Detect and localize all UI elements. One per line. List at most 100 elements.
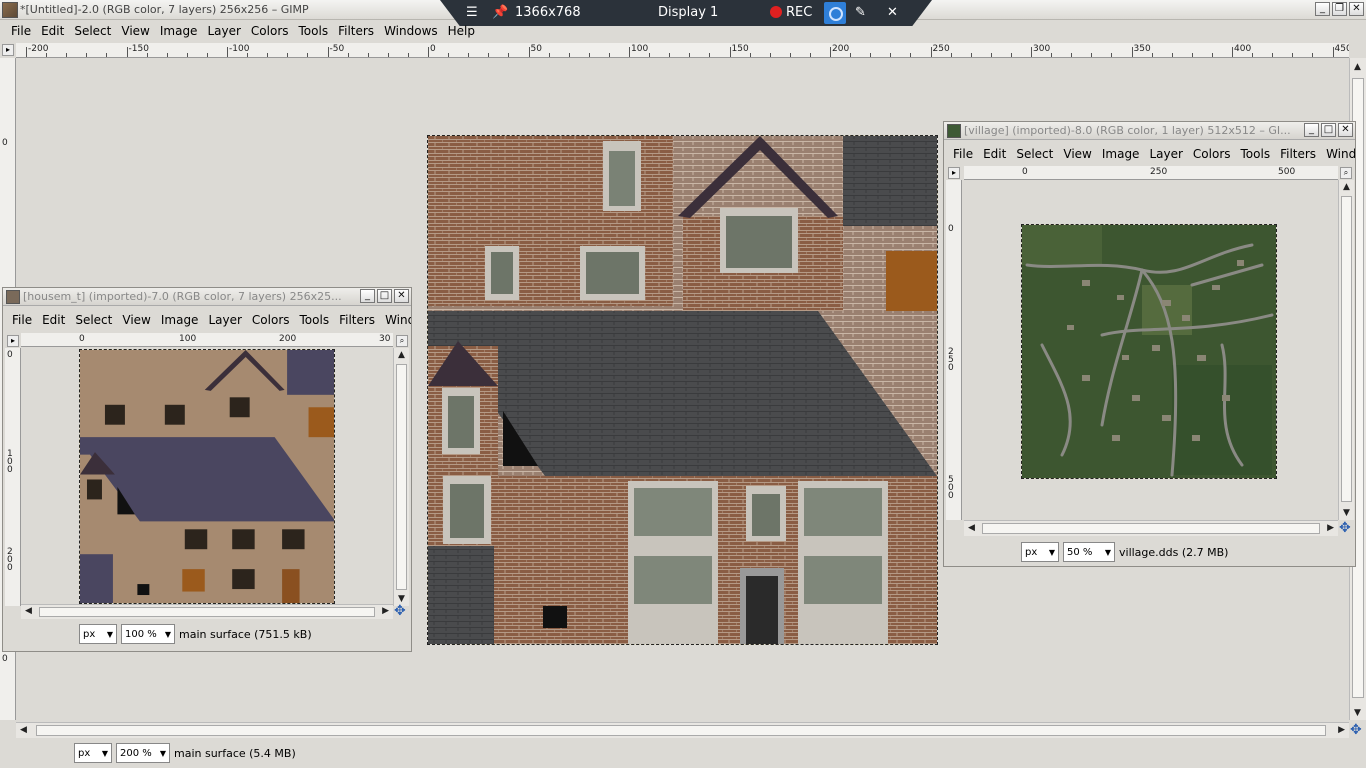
menu-tools[interactable]: Tools: [295, 310, 335, 330]
menu-windows[interactable]: Windows: [380, 310, 411, 330]
menu-colors[interactable]: Colors: [1188, 144, 1236, 164]
record-icon: [770, 6, 782, 18]
unit-select[interactable]: px ▼: [1021, 542, 1059, 562]
horizontal-ruler[interactable]: 0 250 500: [964, 166, 1338, 180]
menu-select[interactable]: Select: [1011, 144, 1058, 164]
menu-help[interactable]: Help: [443, 21, 480, 41]
scroll-thumb[interactable]: [1341, 196, 1352, 502]
horizontal-scrollbar[interactable]: ◀ ▶: [21, 604, 393, 619]
zoom-fit-icon[interactable]: ⌕: [1340, 167, 1352, 179]
quick-mask-icon[interactable]: ▸: [2, 44, 14, 56]
pen-icon[interactable]: ✎: [855, 5, 866, 20]
vertical-scrollbar[interactable]: ▲ ▼: [1338, 180, 1354, 520]
scroll-up-icon[interactable]: ▲: [1354, 62, 1361, 72]
maximize-icon[interactable]: ❐: [1332, 2, 1347, 16]
scroll-up-icon[interactable]: ▲: [1343, 182, 1350, 192]
window-title: *[Untitled]-2.0 (RGB color, 7 layers) 25…: [20, 3, 309, 16]
scroll-left-icon[interactable]: ◀: [20, 725, 27, 735]
scroll-left-icon[interactable]: ◀: [25, 606, 32, 616]
navigate-icon[interactable]: ✥: [394, 603, 406, 619]
menu-edit[interactable]: Edit: [978, 144, 1011, 164]
menu-file[interactable]: File: [948, 144, 978, 164]
scroll-right-icon[interactable]: ▶: [1327, 523, 1334, 533]
navigate-icon[interactable]: ✥: [1350, 722, 1362, 738]
scroll-thumb[interactable]: [982, 523, 1320, 534]
pin-icon[interactable]: 📌: [492, 5, 508, 20]
menu-windows[interactable]: Windows: [1321, 144, 1355, 164]
quick-mask-icon[interactable]: ▸: [7, 335, 19, 347]
menu-filters[interactable]: Filters: [334, 310, 380, 330]
menu-edit[interactable]: Edit: [37, 310, 70, 330]
minimize-icon[interactable]: _: [1304, 123, 1319, 137]
menu-filters[interactable]: Filters: [1275, 144, 1321, 164]
close-icon[interactable]: ✕: [394, 289, 409, 303]
housem-titlebar[interactable]: [housem_t] (imported)-7.0 (RGB color, 7 …: [3, 288, 411, 306]
close-recorder-icon[interactable]: ✕: [887, 5, 898, 20]
vertical-ruler[interactable]: 0 100 200: [5, 348, 21, 606]
menu-image[interactable]: Image: [156, 310, 204, 330]
unit-select[interactable]: px ▼: [79, 624, 117, 644]
menu-image[interactable]: Image: [155, 21, 203, 41]
scroll-left-icon[interactable]: ◀: [968, 523, 975, 533]
scroll-thumb[interactable]: [396, 364, 407, 590]
scroll-thumb[interactable]: [39, 607, 375, 617]
zoom-select[interactable]: 200 % ▼: [116, 743, 170, 763]
scroll-up-icon[interactable]: ▲: [398, 350, 405, 360]
scroll-right-icon[interactable]: ▶: [1338, 725, 1345, 735]
ruler-tick: [206, 53, 208, 57]
scroll-down-icon[interactable]: ▼: [1343, 508, 1350, 518]
vertical-scrollbar[interactable]: ▲ ▼: [393, 348, 409, 606]
rec-button[interactable]: REC: [770, 5, 812, 20]
menu-colors[interactable]: Colors: [247, 310, 295, 330]
menu-file[interactable]: File: [6, 21, 36, 41]
main-image-canvas[interactable]: [427, 135, 938, 645]
minimize-icon[interactable]: _: [360, 289, 375, 303]
horizontal-ruler[interactable]: 0 100 200 30: [21, 333, 393, 347]
menu-select[interactable]: Select: [70, 310, 117, 330]
ruler-tick: [669, 53, 671, 57]
zoom-select[interactable]: 100 % ▼: [121, 624, 175, 644]
menu-filters[interactable]: Filters: [333, 21, 379, 41]
menu-select[interactable]: Select: [69, 21, 116, 41]
housem-image-canvas[interactable]: [79, 349, 335, 604]
maximize-icon[interactable]: □: [1321, 123, 1336, 137]
menu-layer[interactable]: Layer: [203, 310, 246, 330]
zoom-fit-icon[interactable]: ⌕: [396, 335, 408, 347]
village-image-canvas[interactable]: [1021, 224, 1277, 479]
display-label[interactable]: Display 1: [658, 5, 718, 20]
scroll-right-icon[interactable]: ▶: [382, 606, 389, 616]
menu-view[interactable]: View: [117, 310, 155, 330]
ruler-tick: [930, 47, 932, 57]
menu-view[interactable]: View: [116, 21, 154, 41]
menu-windows[interactable]: Windows: [379, 21, 443, 41]
menu-image[interactable]: Image: [1097, 144, 1145, 164]
menu-layer[interactable]: Layer: [1144, 144, 1187, 164]
scroll-thumb[interactable]: [36, 725, 1326, 736]
close-icon[interactable]: ✕: [1349, 2, 1364, 16]
hamburger-icon[interactable]: ☰: [466, 5, 478, 20]
horizontal-ruler[interactable]: -200 -150 -100 -50 0 50 100 150 200 250 300 350 400 4…: [16, 43, 1349, 58]
menu-tools[interactable]: Tools: [1236, 144, 1276, 164]
maximize-icon[interactable]: □: [377, 289, 392, 303]
village-map-image: [1022, 225, 1276, 478]
main-menubar: File Edit Select View Image Layer Colors…: [0, 21, 1366, 41]
quick-mask-icon[interactable]: ▸: [948, 167, 960, 179]
menu-tools[interactable]: Tools: [294, 21, 334, 41]
menu-file[interactable]: File: [7, 310, 37, 330]
menu-colors[interactable]: Colors: [246, 21, 294, 41]
navigate-icon[interactable]: ✥: [1339, 520, 1351, 536]
menu-edit[interactable]: Edit: [36, 21, 69, 41]
unit-select[interactable]: px ▼: [74, 743, 112, 763]
horizontal-scrollbar[interactable]: ◀ ▶: [964, 520, 1338, 536]
vertical-ruler[interactable]: 0 250 500: [946, 180, 962, 520]
menu-layer[interactable]: Layer: [202, 21, 245, 41]
village-titlebar[interactable]: [village] (imported)-8.0 (RGB color, 1 l…: [944, 122, 1355, 140]
menu-view[interactable]: View: [1058, 144, 1096, 164]
horizontal-scrollbar[interactable]: ◀ ▶: [16, 722, 1349, 738]
scroll-down-icon[interactable]: ▼: [1354, 708, 1361, 718]
zoom-select[interactable]: 50 % ▼: [1063, 542, 1115, 562]
ruler-h-label: 50: [530, 44, 542, 54]
village-title: [village] (imported)-8.0 (RGB color, 1 l…: [964, 124, 1291, 137]
close-icon[interactable]: ✕: [1338, 123, 1353, 137]
minimize-icon[interactable]: _: [1315, 2, 1330, 16]
